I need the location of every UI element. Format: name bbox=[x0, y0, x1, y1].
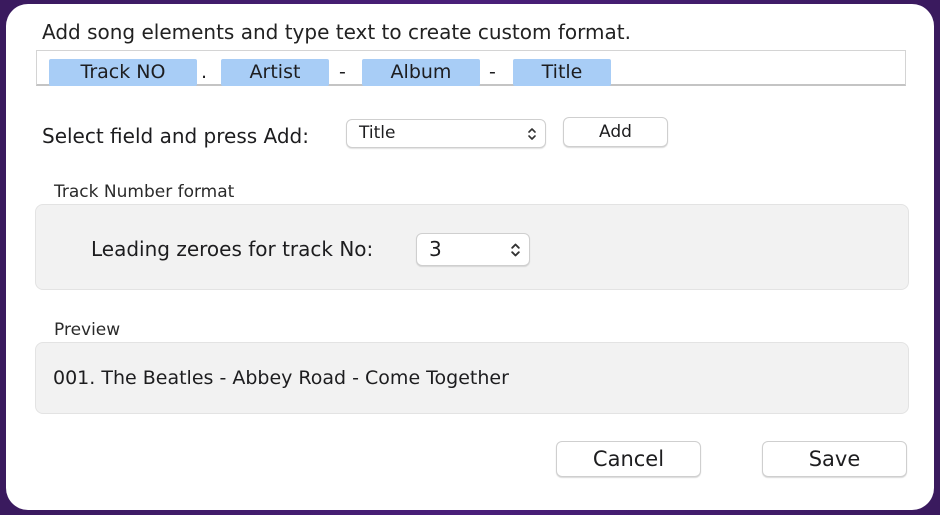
add-button[interactable]: Add bbox=[563, 117, 668, 147]
preview-text: 001. The Beatles - Abbey Road - Come Tog… bbox=[53, 367, 509, 389]
preview-box: 001. The Beatles - Abbey Road - Come Tog… bbox=[35, 342, 909, 414]
token-separator-dot[interactable]: . bbox=[201, 59, 207, 86]
format-token-field[interactable]: Track NO . Artist - Album - Title bbox=[36, 50, 906, 86]
chevron-up-down-icon bbox=[528, 127, 536, 140]
token-separator-dash[interactable]: - bbox=[489, 59, 496, 86]
track-number-group-label: Track Number format bbox=[54, 182, 235, 202]
preview-group-label: Preview bbox=[54, 320, 121, 340]
cancel-button[interactable]: Cancel bbox=[556, 441, 701, 477]
leading-zeroes-select[interactable]: 3 bbox=[416, 233, 530, 266]
save-button[interactable]: Save bbox=[762, 441, 907, 477]
leading-zeroes-value: 3 bbox=[429, 237, 442, 261]
leading-zeroes-label: Leading zeroes for track No: bbox=[91, 237, 374, 261]
token-artist[interactable]: Artist bbox=[221, 59, 329, 86]
format-dialog: Add song elements and type text to creat… bbox=[6, 4, 934, 510]
chevron-up-down-icon bbox=[511, 243, 520, 256]
token-track-no[interactable]: Track NO bbox=[49, 59, 197, 86]
instruction-text: Add song elements and type text to creat… bbox=[42, 20, 631, 44]
field-select-value: Title bbox=[359, 123, 396, 143]
token-separator-dash[interactable]: - bbox=[339, 59, 346, 86]
token-title[interactable]: Title bbox=[513, 59, 611, 86]
select-field-label: Select field and press Add: bbox=[42, 124, 309, 148]
track-number-box: Leading zeroes for track No: 3 bbox=[35, 204, 909, 290]
field-select-popup[interactable]: Title bbox=[346, 119, 546, 148]
token-album[interactable]: Album bbox=[362, 59, 480, 86]
